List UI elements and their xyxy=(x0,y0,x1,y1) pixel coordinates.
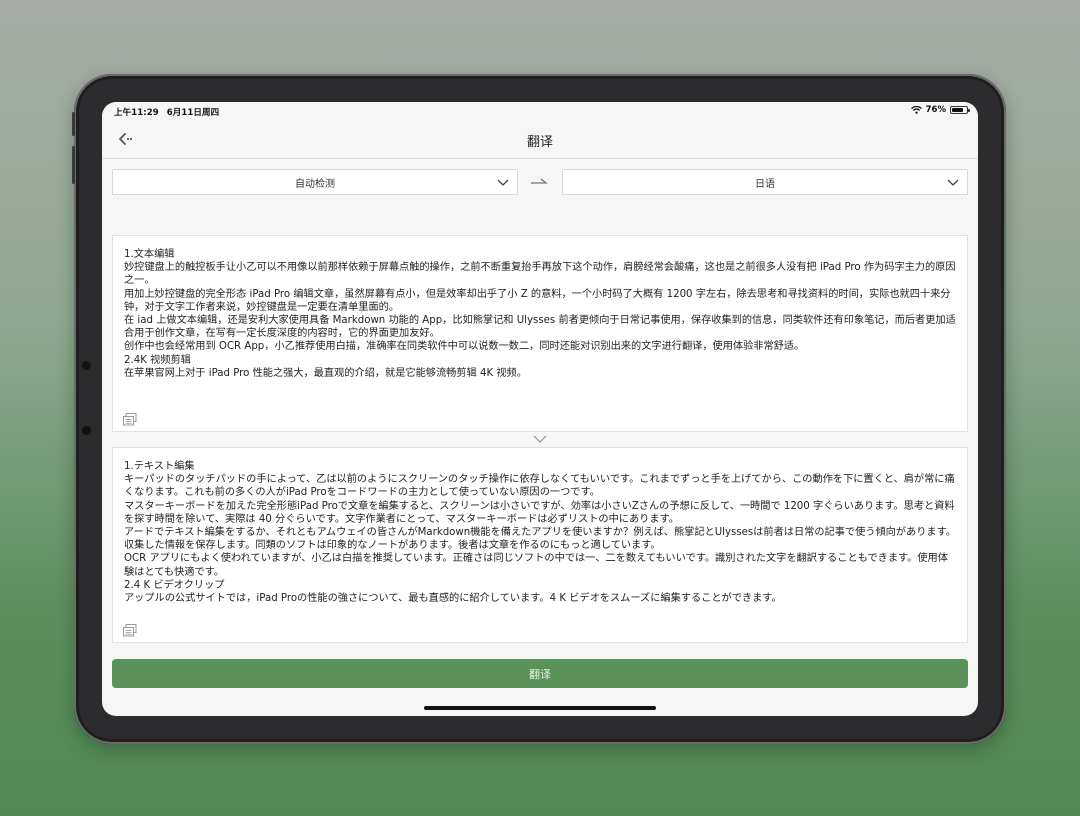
status-time: 上午11:29 xyxy=(114,108,159,118)
device-button xyxy=(72,146,75,184)
copy-icon[interactable] xyxy=(123,624,137,637)
target-language-select[interactable]: 日语 xyxy=(562,169,968,195)
chevron-down-icon xyxy=(947,179,959,186)
translate-button[interactable]: 翻译 xyxy=(112,659,968,688)
camera-icon xyxy=(82,426,91,435)
battery-icon xyxy=(950,106,970,114)
source-language-label: 自动检测 xyxy=(295,178,335,190)
swap-languages-button[interactable] xyxy=(528,174,550,190)
home-indicator[interactable] xyxy=(424,706,656,710)
nav-bar: 翻译 xyxy=(102,120,978,159)
arrow-right-icon xyxy=(531,178,548,184)
camera-icon xyxy=(82,361,91,370)
translated-text-area: 1.テキスト編集 キーパッドのタッチパッドの手によって、乙は以前のようにスクリー… xyxy=(112,447,968,643)
source-text-area[interactable]: 1.文本编辑 妙控键盘上的触控板手让小乙可以不用像以前那样依赖于屏幕点触的操作，… xyxy=(112,235,968,432)
ipad-device: 上午11:29 6月11日周四 76% 翻译 自动检测 日语 1.文本编辑 妙控… xyxy=(72,74,1006,744)
source-language-select[interactable]: 自动检测 xyxy=(112,169,518,195)
battery-percent: 76% xyxy=(925,105,946,115)
chevron-down-icon[interactable] xyxy=(532,433,548,445)
app-screen: 上午11:29 6月11日周四 76% 翻译 自动检测 日语 1.文本编辑 妙控… xyxy=(102,102,978,716)
translated-text: 1.テキスト編集 キーパッドのタッチパッドの手によって、乙は以前のようにスクリー… xyxy=(124,461,956,605)
page-title: 翻译 xyxy=(526,135,553,150)
status-indicators: 76% xyxy=(910,105,970,115)
device-button xyxy=(72,112,75,136)
status-time-date: 上午11:29 6月11日周四 xyxy=(114,106,227,118)
language-selector-row: 自动检测 日语 xyxy=(112,169,968,195)
chevron-down-icon xyxy=(497,179,509,186)
status-bar: 上午11:29 6月11日周四 76% xyxy=(102,102,978,120)
status-date: 6月11日周四 xyxy=(166,108,220,118)
copy-icon[interactable] xyxy=(123,413,137,426)
wifi-icon xyxy=(910,106,922,114)
target-language-label: 日语 xyxy=(755,178,775,190)
battery-fill xyxy=(952,108,963,112)
source-text: 1.文本编辑 妙控键盘上的触控板手让小乙可以不用像以前那样依赖于屏幕点触的操作，… xyxy=(124,249,956,379)
